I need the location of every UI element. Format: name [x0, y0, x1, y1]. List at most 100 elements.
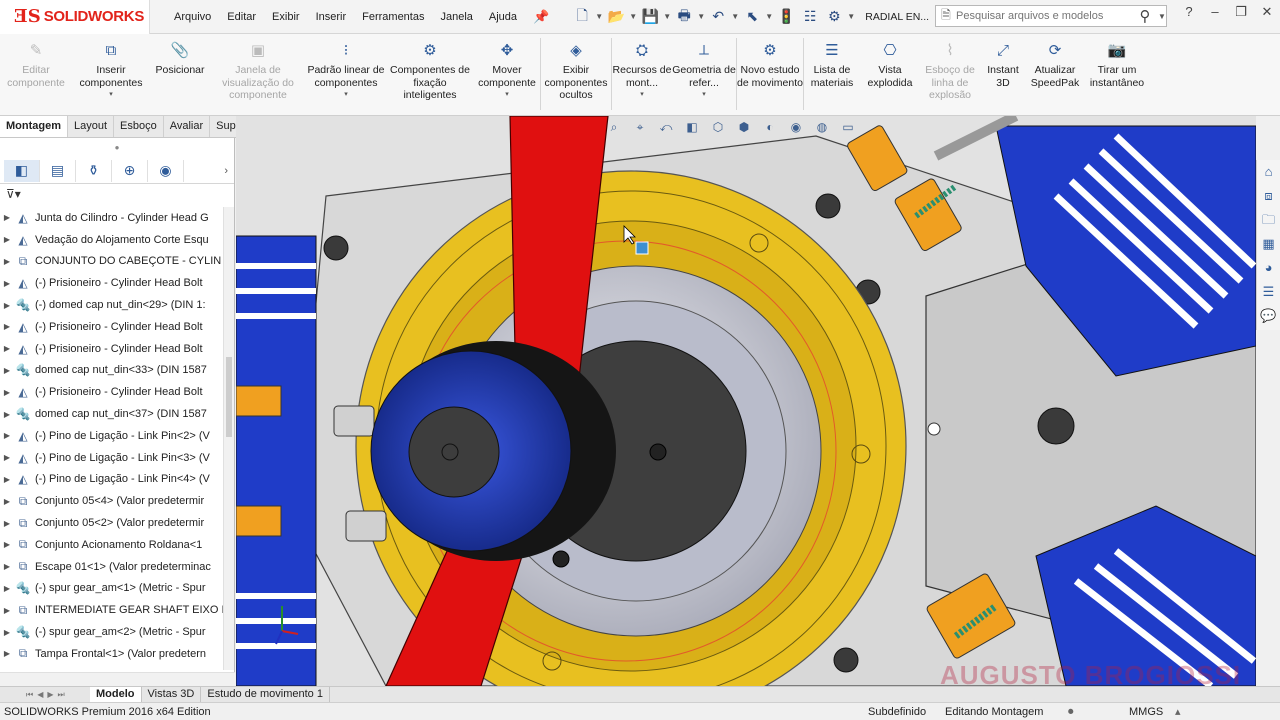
undo-icon[interactable]: ↶ [707, 6, 729, 28]
property-manager-tab-icon[interactable]: ▤ [40, 159, 76, 182]
view-palette-icon[interactable]: ▦ [1262, 232, 1274, 256]
prev-tab-icon[interactable]: ◀ [37, 690, 43, 700]
expand-arrow-icon[interactable]: ▶ [0, 475, 14, 484]
expand-arrow-icon[interactable]: ▶ [0, 649, 14, 658]
tree-node[interactable]: ▶ 🔩 domed cap nut_din<37> (DIN 1587 [0, 403, 224, 425]
tree-node[interactable]: ▶ ◭ (-) Pino de Ligação - Link Pin<4> (V [0, 469, 224, 491]
tree-vertical-scrollbar[interactable] [223, 207, 234, 670]
last-tab-icon[interactable]: ⏭ [58, 690, 65, 700]
tree-node[interactable]: ▶ ⧉ INTERMEDIATE GEAR SHAFT EIXO I [0, 599, 224, 621]
menu-inserir[interactable]: Inserir [308, 11, 355, 23]
exploded-view-button[interactable]: ⎔ Vista explodida [860, 34, 920, 89]
tree-node[interactable]: ▶ ◭ Vedação do Alojamento Corte Esqu [0, 229, 224, 251]
expand-arrow-icon[interactable]: ▶ [0, 453, 14, 462]
filter-icon[interactable]: ⊽▾ [0, 184, 234, 204]
save-icon[interactable]: 💾 [639, 6, 661, 28]
rebuild-status-icon[interactable]: ⏺ [1068, 703, 1074, 720]
tree-node[interactable]: ▶ ⧉ Tampa Frontal<1> (Valor predetern [0, 643, 224, 665]
select-cursor-icon[interactable]: ⬉ [741, 6, 763, 28]
mate-button[interactable]: 📎 Posicionar [150, 34, 210, 77]
reference-geometry-button[interactable]: ⟂ Geometria de refer... ▾ [672, 34, 736, 102]
chevron-down-icon[interactable]: ▾ [109, 89, 113, 102]
design-library-icon[interactable]: ⧈ [1264, 184, 1272, 208]
forum-icon[interactable]: 💬 [1260, 304, 1276, 328]
linear-pattern-button[interactable]: ⁝ Padrão linear de componentes ▾ [306, 34, 386, 102]
tab-layout[interactable]: Layout [68, 116, 115, 137]
expand-arrow-icon[interactable]: ▶ [0, 388, 14, 397]
expand-arrow-icon[interactable]: ▶ [0, 213, 14, 222]
appearances-icon[interactable]: ◕ [1265, 256, 1273, 280]
expand-arrow-icon[interactable]: ▶ [0, 606, 14, 615]
expand-arrow-icon[interactable]: ▶ [0, 431, 14, 440]
chevron-down-icon[interactable]: ▾ [344, 89, 348, 102]
smart-fasteners-button[interactable]: ⚙ Componentes de fixação inteligentes [386, 34, 474, 102]
expand-arrow-icon[interactable]: ▶ [0, 497, 14, 506]
tree-node[interactable]: ▶ ⧉ Conjunto 05<4> (Valor predetermir [0, 490, 224, 512]
tab-avaliar[interactable]: Avaliar [164, 116, 211, 137]
expand-arrow-icon[interactable]: ▶ [0, 301, 14, 310]
expand-arrow-icon[interactable]: ▶ [0, 322, 14, 331]
explode-line-button[interactable]: ⌇ Esboço de linha de explosão [920, 34, 980, 102]
chevron-down-icon[interactable]: ▾ [702, 89, 706, 102]
expand-arrow-icon[interactable]: ▶ [0, 540, 14, 549]
restore-icon[interactable]: ❐ [1228, 4, 1254, 20]
file-properties-icon[interactable]: ☷ [799, 6, 821, 28]
instant3d-button[interactable]: ⤢ Instant 3D [980, 34, 1026, 89]
tree-node[interactable]: ▶ ◭ Junta do Cilindro - Cylinder Head G [0, 207, 224, 229]
display-manager-tab-icon[interactable]: ◉ [148, 159, 184, 182]
open-folder-icon[interactable]: 📂 [605, 6, 627, 28]
help-icon[interactable]: ? [1176, 4, 1202, 20]
previous-view-icon[interactable]: ⤺ [656, 118, 676, 136]
menu-editar[interactable]: Editar [219, 11, 264, 23]
hide-show-items-icon[interactable]: ◐ [760, 118, 780, 136]
minimize-icon[interactable]: – [1202, 4, 1228, 20]
expand-arrow-icon[interactable]: ▶ [0, 562, 14, 571]
zoom-to-fit-icon[interactable]: ⌕ [604, 118, 624, 136]
options-gear-icon[interactable]: ⚙ [823, 6, 845, 28]
rebuild-icon[interactable]: 🚦 [775, 6, 797, 28]
motion-study-button[interactable]: ⚙ Novo estudo de movimento [737, 34, 803, 89]
assembly-features-button[interactable]: ⛭ Recursos de mont... ▾ [612, 34, 672, 102]
assembly-model-view[interactable] [236, 116, 1256, 686]
expand-arrow-icon[interactable]: ▶ [0, 410, 14, 419]
move-component-button[interactable]: ✥ Mover componente ▾ [474, 34, 540, 102]
first-tab-icon[interactable]: ⏮ [26, 690, 33, 700]
expand-arrow-icon[interactable]: ▶ [0, 279, 14, 288]
chevron-down-icon[interactable]: ▼ [731, 12, 739, 21]
insert-components-button[interactable]: ⧉ Inserir componentes ▾ [72, 34, 150, 102]
search-icon[interactable]: ⚲ [1132, 7, 1158, 25]
chevron-down-icon[interactable]: ▼ [847, 12, 855, 21]
tree-node[interactable]: ▶ ◭ (-) Prisioneiro - Cylinder Head Bolt [0, 272, 224, 294]
tree-node[interactable]: ▶ ⧉ CONJUNTO DO CABEÇOTE - CYLIN [0, 251, 224, 273]
expand-arrow-icon[interactable]: ▶ [0, 366, 14, 375]
chevron-down-icon[interactable]: ▾ [640, 89, 644, 102]
tree-node[interactable]: ▶ ◭ (-) Pino de Ligação - Link Pin<2> (V [0, 425, 224, 447]
expand-arrow-icon[interactable]: ▶ [0, 584, 14, 593]
show-hidden-button[interactable]: ◈ Exibir componentes ocultos [541, 34, 611, 102]
tree-node[interactable]: ▶ 🔩 (-) spur gear_am<1> (Metric - Spur [0, 578, 224, 600]
menu-ajuda[interactable]: Ajuda [481, 11, 525, 23]
bom-button[interactable]: ☰ Lista de materiais [804, 34, 860, 89]
snapshot-button[interactable]: 📷 Tirar um instantâneo [1084, 34, 1150, 89]
spinner-dome[interactable] [370, 341, 616, 561]
chevron-down-icon[interactable]: ▼ [765, 12, 773, 21]
tree-node[interactable]: ▶ ◭ (-) Prisioneiro - Cylinder Head Bolt [0, 338, 224, 360]
component-preview-button[interactable]: ▣ Janela de visualização do componente [210, 34, 306, 102]
status-units[interactable]: MMGS [1129, 703, 1163, 720]
bottom-tab-estudo-de-movimento-1[interactable]: Estudo de movimento 1 [201, 687, 330, 702]
tree-node[interactable]: ▶ ⧉ Conjunto 05<2> (Valor predetermir [0, 512, 224, 534]
scrollbar-thumb[interactable] [226, 357, 232, 437]
file-explorer-icon[interactable]: 🗀 [1262, 208, 1275, 232]
panel-grip[interactable]: ● [0, 138, 234, 158]
menu-janela[interactable]: Janela [432, 11, 480, 23]
chevron-down-icon[interactable]: ▼ [629, 12, 637, 21]
expand-arrow-icon[interactable]: ▶ [0, 519, 14, 528]
menu-arquivo[interactable]: Arquivo [166, 11, 219, 23]
close-icon[interactable]: ✕ [1254, 4, 1280, 20]
menu-ferramentas[interactable]: Ferramentas [354, 11, 432, 23]
chevron-down-icon[interactable]: ▾ [505, 89, 509, 102]
solidworks-logo[interactable]: ƎS SOLIDWORKS [0, 0, 150, 34]
search-input[interactable] [956, 10, 1132, 22]
next-tab-icon[interactable]: ▶ [47, 690, 53, 700]
bottom-tab-vistas-3d[interactable]: Vistas 3D [142, 687, 202, 702]
